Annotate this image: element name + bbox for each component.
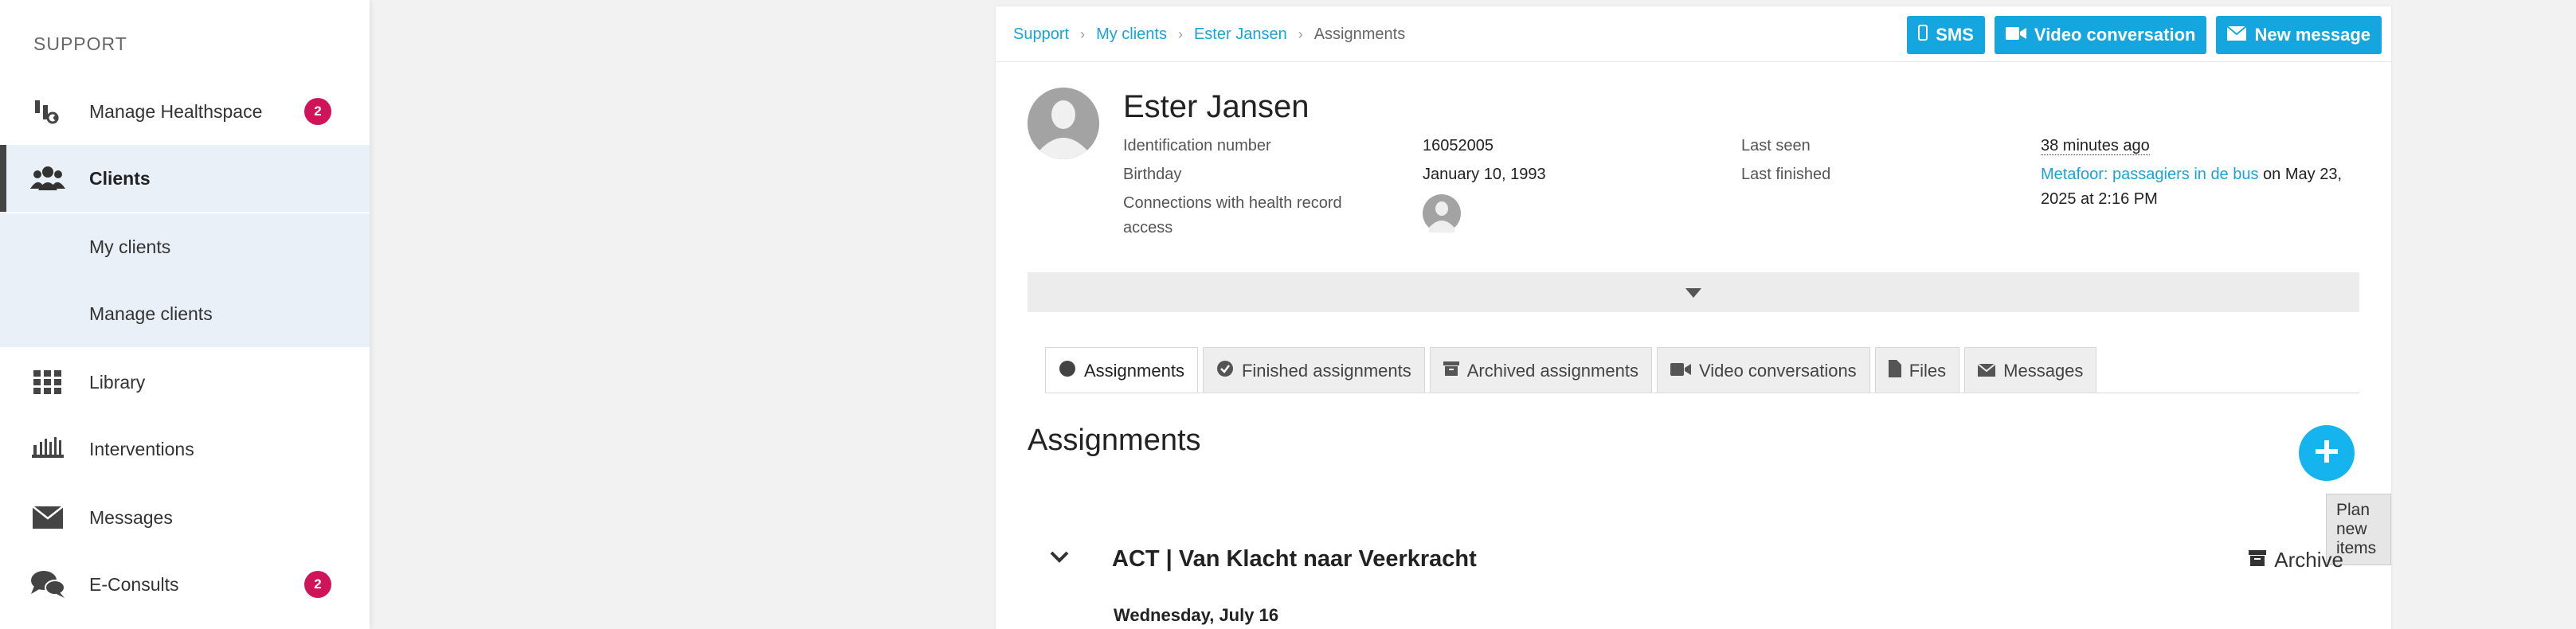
tab-label: Messages bbox=[2003, 360, 2084, 381]
assignment-date: Wednesday, July 16 bbox=[1114, 605, 1279, 625]
sidebar-item-label: Library bbox=[89, 371, 146, 393]
connections-label: Connections with health record access bbox=[1123, 194, 1342, 236]
tab-files[interactable]: Files bbox=[1874, 347, 1960, 393]
archive-icon bbox=[2249, 548, 2267, 572]
tab-label: Finished assignments bbox=[1241, 360, 1411, 381]
chevron-right-icon: › bbox=[1298, 26, 1303, 42]
sidebar-item-label: E-Consults bbox=[89, 573, 179, 595]
users-icon bbox=[30, 161, 65, 196]
birthday-label: Birthday bbox=[1123, 166, 1182, 183]
mobile-icon bbox=[1918, 25, 1928, 45]
sms-button[interactable]: SMS bbox=[1907, 16, 1985, 54]
grid-icon bbox=[30, 365, 65, 400]
healthspace-icon bbox=[30, 94, 65, 129]
sidebar-item-e-consults[interactable]: E-Consults 2 bbox=[0, 551, 370, 618]
sidebar-item-label: My clients bbox=[89, 236, 171, 257]
tab-finished-assignments[interactable]: Finished assignments bbox=[1202, 347, 1425, 393]
client-avatar bbox=[1028, 88, 1099, 159]
video-icon bbox=[2005, 25, 2026, 45]
chat-icon bbox=[30, 567, 65, 602]
tab-video-conversations[interactable]: Video conversations bbox=[1656, 347, 1870, 393]
topbar: Support › My clients › Ester Jansen › As… bbox=[996, 6, 2391, 62]
file-icon bbox=[1888, 359, 1901, 382]
sidebar-item-label: Messages bbox=[89, 506, 173, 528]
breadcrumb-current: Assignments bbox=[1313, 25, 1406, 43]
video-conversation-button[interactable]: Video conversation bbox=[1994, 16, 2207, 54]
last-seen-value: 38 minutes ago bbox=[2041, 137, 2150, 155]
video-conversation-label: Video conversation bbox=[2034, 25, 2196, 45]
sidebar-item-label: Manage Healthspace bbox=[89, 100, 263, 122]
envelope-icon bbox=[1977, 361, 1996, 381]
details-expander[interactable] bbox=[1028, 272, 2359, 312]
tab-label: Video conversations bbox=[1698, 360, 1857, 381]
sidebar-item-clients[interactable]: Clients bbox=[0, 145, 370, 212]
breadcrumb-client[interactable]: Ester Jansen bbox=[1194, 25, 1287, 44]
chevron-right-icon: › bbox=[1080, 26, 1086, 42]
id-value: 16052005 bbox=[1423, 137, 1494, 154]
sidebar-item-label: Manage clients bbox=[89, 303, 213, 324]
action-buttons: SMS Video conversation New message bbox=[1907, 16, 2382, 54]
client-panel: Support › My clients › Ester Jansen › As… bbox=[996, 6, 2391, 629]
sidebar: SUPPORT Manage Healthspace 2 Clients My … bbox=[0, 0, 370, 629]
plus-icon bbox=[2314, 439, 2339, 468]
archive-button[interactable]: Archive bbox=[2249, 548, 2343, 572]
tab-archived-assignments[interactable]: Archived assignments bbox=[1429, 347, 1652, 393]
breadcrumb-support[interactable]: Support bbox=[1013, 25, 1069, 44]
interventions-icon bbox=[30, 432, 65, 467]
last-finished-value: Metafoor: passagiers in de bus on May 23… bbox=[2041, 162, 2359, 212]
breadcrumb: Support › My clients › Ester Jansen › As… bbox=[1013, 25, 1405, 44]
tab-label: Assignments bbox=[1084, 360, 1184, 381]
chevron-right-icon: › bbox=[1177, 26, 1183, 42]
tab-label: Files bbox=[1909, 360, 1947, 381]
chevron-down-icon[interactable] bbox=[1048, 549, 1071, 569]
caret-down-icon bbox=[1685, 288, 1701, 298]
video-icon bbox=[1670, 361, 1691, 381]
last-finished-link[interactable]: Metafoor: passagiers in de bus bbox=[2041, 166, 2259, 183]
sidebar-item-manage-healthspace[interactable]: Manage Healthspace 2 bbox=[0, 78, 370, 145]
notification-badge: 2 bbox=[304, 571, 331, 598]
new-message-button[interactable]: New message bbox=[2216, 16, 2382, 54]
last-finished-label: Last finished bbox=[1741, 166, 1831, 183]
last-seen-label: Last seen bbox=[1741, 137, 1811, 154]
sidebar-item-manage-clients[interactable]: Manage clients bbox=[0, 280, 370, 347]
section-heading: Assignments bbox=[1028, 424, 1201, 457]
birthday-value: January 10, 1993 bbox=[1423, 166, 1546, 183]
assignment-group-header[interactable]: ACT | Van Klacht naar Veerkracht Archive bbox=[1028, 540, 2359, 580]
sidebar-section-title: SUPPORT bbox=[33, 33, 127, 54]
circle-icon bbox=[1059, 360, 1076, 382]
tab-label: Archived assignments bbox=[1466, 360, 1638, 381]
check-circle-icon bbox=[1216, 360, 1234, 382]
sidebar-item-messages[interactable]: Messages bbox=[0, 484, 370, 551]
envelope-icon bbox=[2226, 25, 2248, 45]
sidebar-item-label: Interventions bbox=[89, 438, 194, 459]
client-name: Ester Jansen bbox=[1123, 89, 1310, 124]
assignment-group-title: ACT | Van Klacht naar Veerkracht bbox=[1112, 546, 1477, 572]
tab-messages[interactable]: Messages bbox=[1964, 347, 2097, 393]
notification-badge: 2 bbox=[304, 98, 331, 125]
sms-label: SMS bbox=[1936, 25, 1974, 45]
sidebar-item-label: Clients bbox=[89, 167, 151, 189]
archive-label: Archive bbox=[2274, 548, 2343, 572]
archive-icon bbox=[1443, 361, 1459, 381]
id-label: Identification number bbox=[1123, 137, 1271, 154]
breadcrumb-my-clients[interactable]: My clients bbox=[1096, 25, 1167, 44]
sidebar-item-library[interactable]: Library bbox=[0, 349, 370, 416]
envelope-icon bbox=[30, 500, 65, 535]
connection-avatar[interactable] bbox=[1423, 194, 1461, 232]
tab-assignments[interactable]: Assignments bbox=[1045, 347, 1198, 393]
sidebar-item-my-clients[interactable]: My clients bbox=[0, 213, 370, 280]
new-message-label: New message bbox=[2254, 25, 2370, 45]
tab-bar: Assignments Finished assignments Archive… bbox=[1045, 347, 2097, 393]
plan-new-items-button[interactable] bbox=[2299, 425, 2355, 481]
sidebar-item-interventions[interactable]: Interventions bbox=[0, 416, 370, 482]
